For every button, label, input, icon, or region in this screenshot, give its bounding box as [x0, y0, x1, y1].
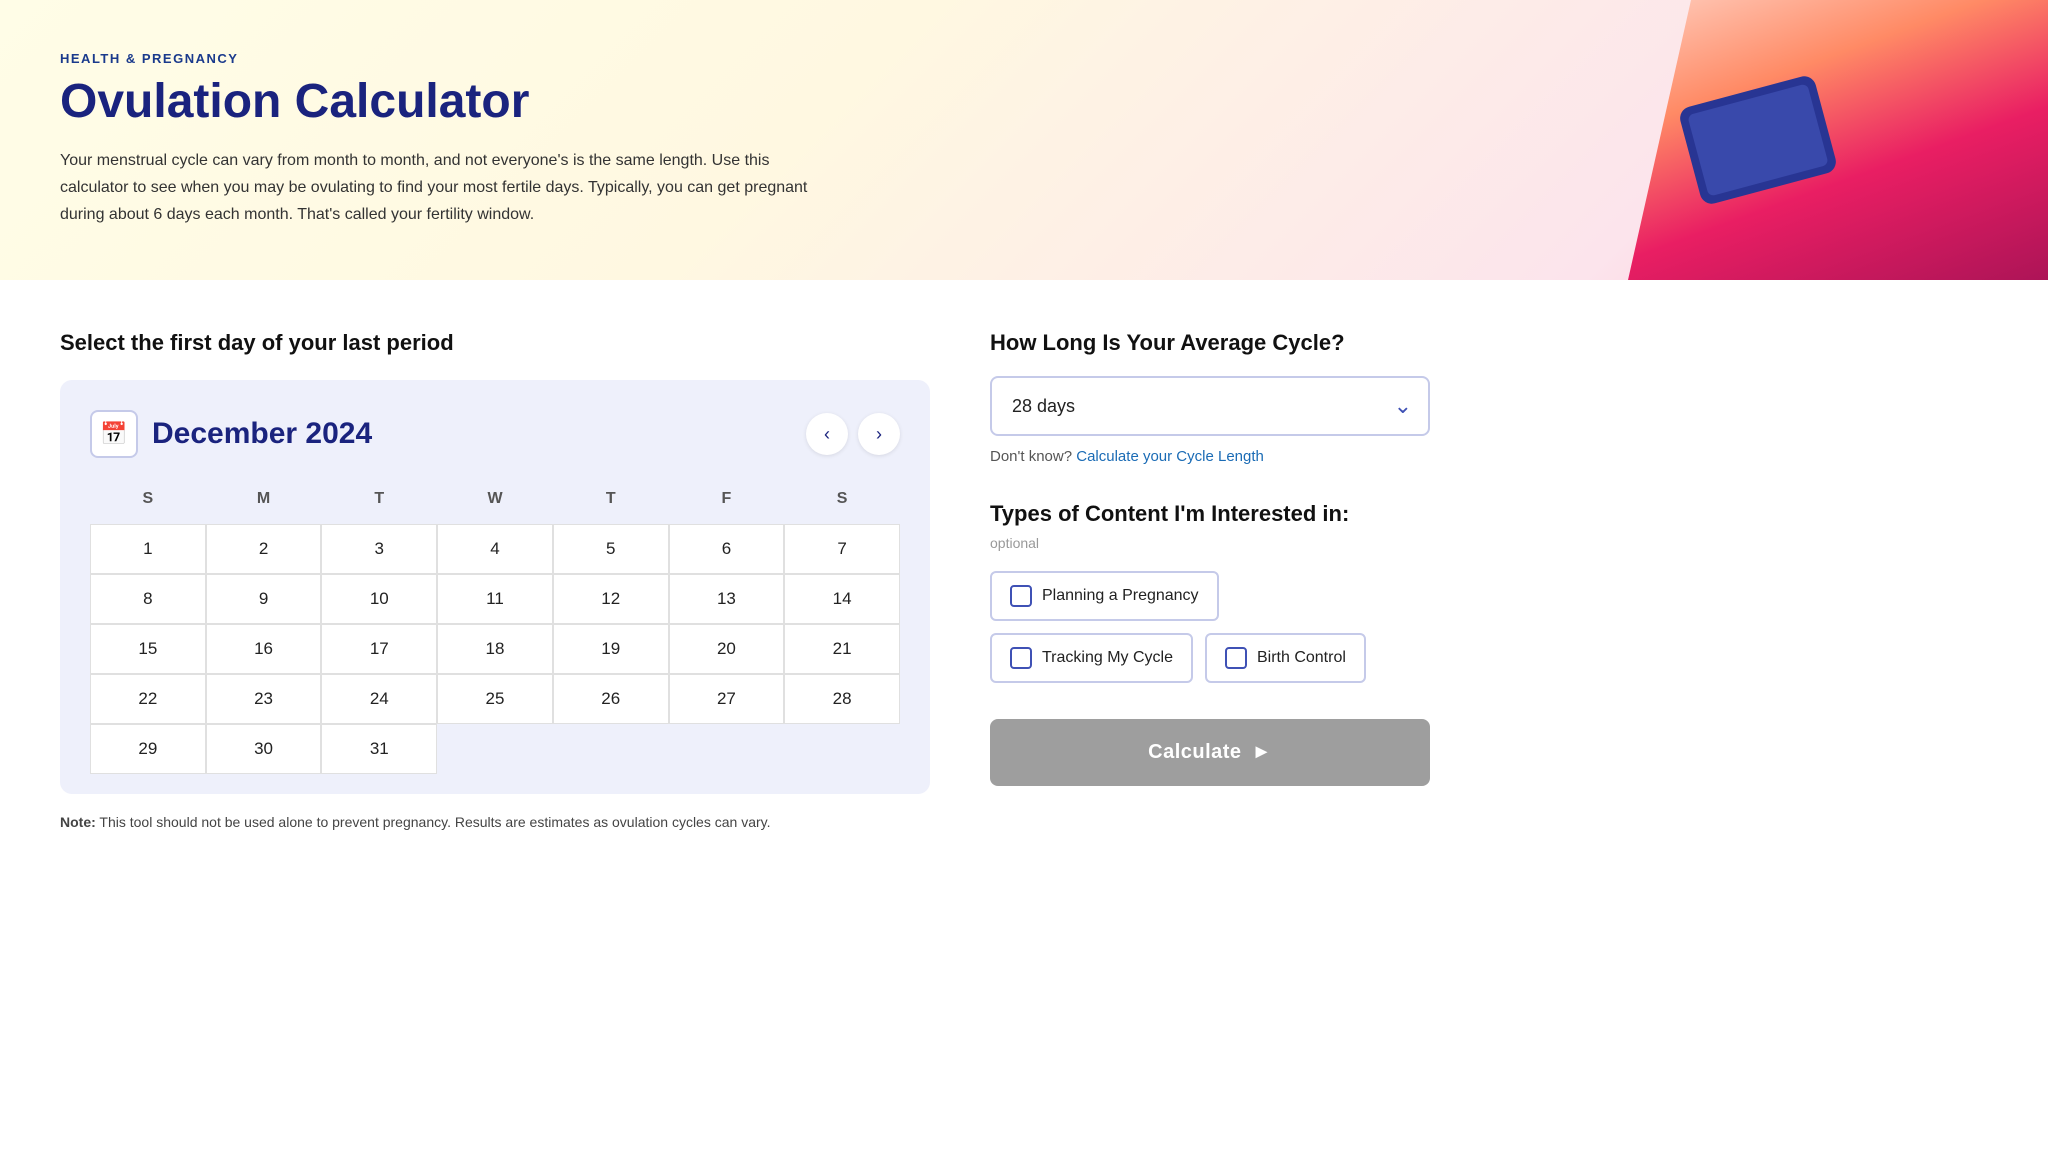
cal-day-28[interactable]: 28	[784, 674, 900, 724]
cal-day-11[interactable]: 11	[437, 574, 553, 624]
calculate-button-label: Calculate	[1148, 741, 1241, 764]
cal-day-12[interactable]: 12	[553, 574, 669, 624]
calculate-cycle-length-link[interactable]: Calculate your Cycle Length	[1076, 448, 1264, 465]
cal-empty-1	[437, 724, 553, 774]
checkbox-label-birth-control: Birth Control	[1257, 649, 1346, 667]
cal-day-2[interactable]: 2	[206, 524, 322, 574]
note-body: This tool should not be used alone to pr…	[99, 814, 770, 830]
day-header-wed: W	[437, 482, 553, 524]
cal-day-22[interactable]: 22	[90, 674, 206, 724]
cal-day-25[interactable]: 25	[437, 674, 553, 724]
calendar-month-wrap: 📅 December 2024	[90, 410, 372, 458]
cal-day-3[interactable]: 3	[321, 524, 437, 574]
day-header-tue: T	[321, 482, 437, 524]
cal-day-7[interactable]: 7	[784, 524, 900, 574]
optional-label: optional	[990, 535, 1430, 551]
cal-day-27[interactable]: 27	[669, 674, 785, 724]
note-bold: Note:	[60, 814, 96, 830]
cal-day-29[interactable]: 29	[90, 724, 206, 774]
calendar-header: 📅 December 2024 ‹ ›	[90, 410, 900, 458]
checkbox-birth-control[interactable]: Birth Control	[1205, 633, 1366, 683]
cal-day-10[interactable]: 10	[321, 574, 437, 624]
cal-day-13[interactable]: 13	[669, 574, 785, 624]
day-header-mon: M	[206, 482, 322, 524]
prev-month-button[interactable]: ‹	[806, 413, 848, 455]
day-header-fri: F	[669, 482, 785, 524]
cal-day-18[interactable]: 18	[437, 624, 553, 674]
calendar-icon: 📅	[90, 410, 138, 458]
checkbox-icon-planning	[1010, 585, 1032, 607]
cal-day-14[interactable]: 14	[784, 574, 900, 624]
content-interests-label: Types of Content I'm Interested in:	[990, 501, 1430, 527]
calendar-grid: S M T W T F S 1 2 3 4 5 6 7 8 9 10 11	[90, 482, 900, 774]
calendar-wrapper: 📅 December 2024 ‹ › S M T W T F S 1	[60, 380, 930, 794]
cal-day-20[interactable]: 20	[669, 624, 785, 674]
cal-day-16[interactable]: 16	[206, 624, 322, 674]
cal-day-30[interactable]: 30	[206, 724, 322, 774]
checkbox-planning-pregnancy[interactable]: Planning a Pregnancy	[990, 571, 1219, 621]
cal-empty-4	[784, 724, 900, 774]
phone-device-illustration	[1677, 74, 1838, 207]
cal-day-31[interactable]: 31	[321, 724, 437, 774]
cal-empty-2	[553, 724, 669, 774]
hero-text: HEALTH & PREGNANCY Ovulation Calculator …	[60, 51, 810, 228]
cal-day-6[interactable]: 6	[669, 524, 785, 574]
cal-day-5[interactable]: 5	[553, 524, 669, 574]
cal-day-17[interactable]: 17	[321, 624, 437, 674]
cal-day-23[interactable]: 23	[206, 674, 322, 724]
checkbox-label-planning: Planning a Pregnancy	[1042, 587, 1199, 605]
calendar-section-label: Select the first day of your last period	[60, 330, 930, 356]
cal-day-1[interactable]: 1	[90, 524, 206, 574]
checkbox-tracking-cycle[interactable]: Tracking My Cycle	[990, 633, 1193, 683]
checkbox-icon-birth-control	[1225, 647, 1247, 669]
cal-day-19[interactable]: 19	[553, 624, 669, 674]
hero-description: Your menstrual cycle can vary from month…	[60, 147, 810, 229]
calculate-button-arrow: ►	[1252, 741, 1272, 764]
calendar-note: Note: This tool should not be used alone…	[60, 814, 930, 830]
main-content: Select the first day of your last period…	[0, 280, 2048, 870]
cal-day-21[interactable]: 21	[784, 624, 900, 674]
calendar-nav: ‹ ›	[806, 413, 900, 455]
cal-day-26[interactable]: 26	[553, 674, 669, 724]
day-header-thu: T	[553, 482, 669, 524]
cal-day-24[interactable]: 24	[321, 674, 437, 724]
calendar-month-title: December 2024	[152, 417, 372, 451]
cycle-question-label: How Long Is Your Average Cycle?	[990, 330, 1430, 356]
cal-day-15[interactable]: 15	[90, 624, 206, 674]
page-title: Ovulation Calculator	[60, 76, 810, 129]
calculate-button[interactable]: Calculate ►	[990, 719, 1430, 786]
hero-image-inner	[1628, 0, 2048, 280]
cal-day-4[interactable]: 4	[437, 524, 553, 574]
hero-section: HEALTH & PREGNANCY Ovulation Calculator …	[0, 0, 2048, 280]
hero-image	[1628, 0, 2048, 280]
cal-empty-3	[669, 724, 785, 774]
checkbox-label-tracking: Tracking My Cycle	[1042, 649, 1173, 667]
hero-category: HEALTH & PREGNANCY	[60, 51, 810, 66]
cal-day-9[interactable]: 9	[206, 574, 322, 624]
dont-know-prefix: Don't know?	[990, 448, 1072, 465]
right-column: How Long Is Your Average Cycle? 21 days …	[990, 330, 1430, 830]
day-header-sun: S	[90, 482, 206, 524]
left-column: Select the first day of your last period…	[60, 330, 930, 830]
checkbox-icon-tracking	[1010, 647, 1032, 669]
cycle-length-select[interactable]: 21 days 22 days 23 days 24 days 25 days …	[990, 376, 1430, 436]
cal-day-8[interactable]: 8	[90, 574, 206, 624]
cycle-select-wrapper: 21 days 22 days 23 days 24 days 25 days …	[990, 376, 1430, 436]
content-interests-group: Planning a Pregnancy Tracking My Cycle B…	[990, 571, 1430, 683]
day-header-sat: S	[784, 482, 900, 524]
dont-know-text: Don't know? Calculate your Cycle Length	[990, 448, 1430, 465]
next-month-button[interactable]: ›	[858, 413, 900, 455]
